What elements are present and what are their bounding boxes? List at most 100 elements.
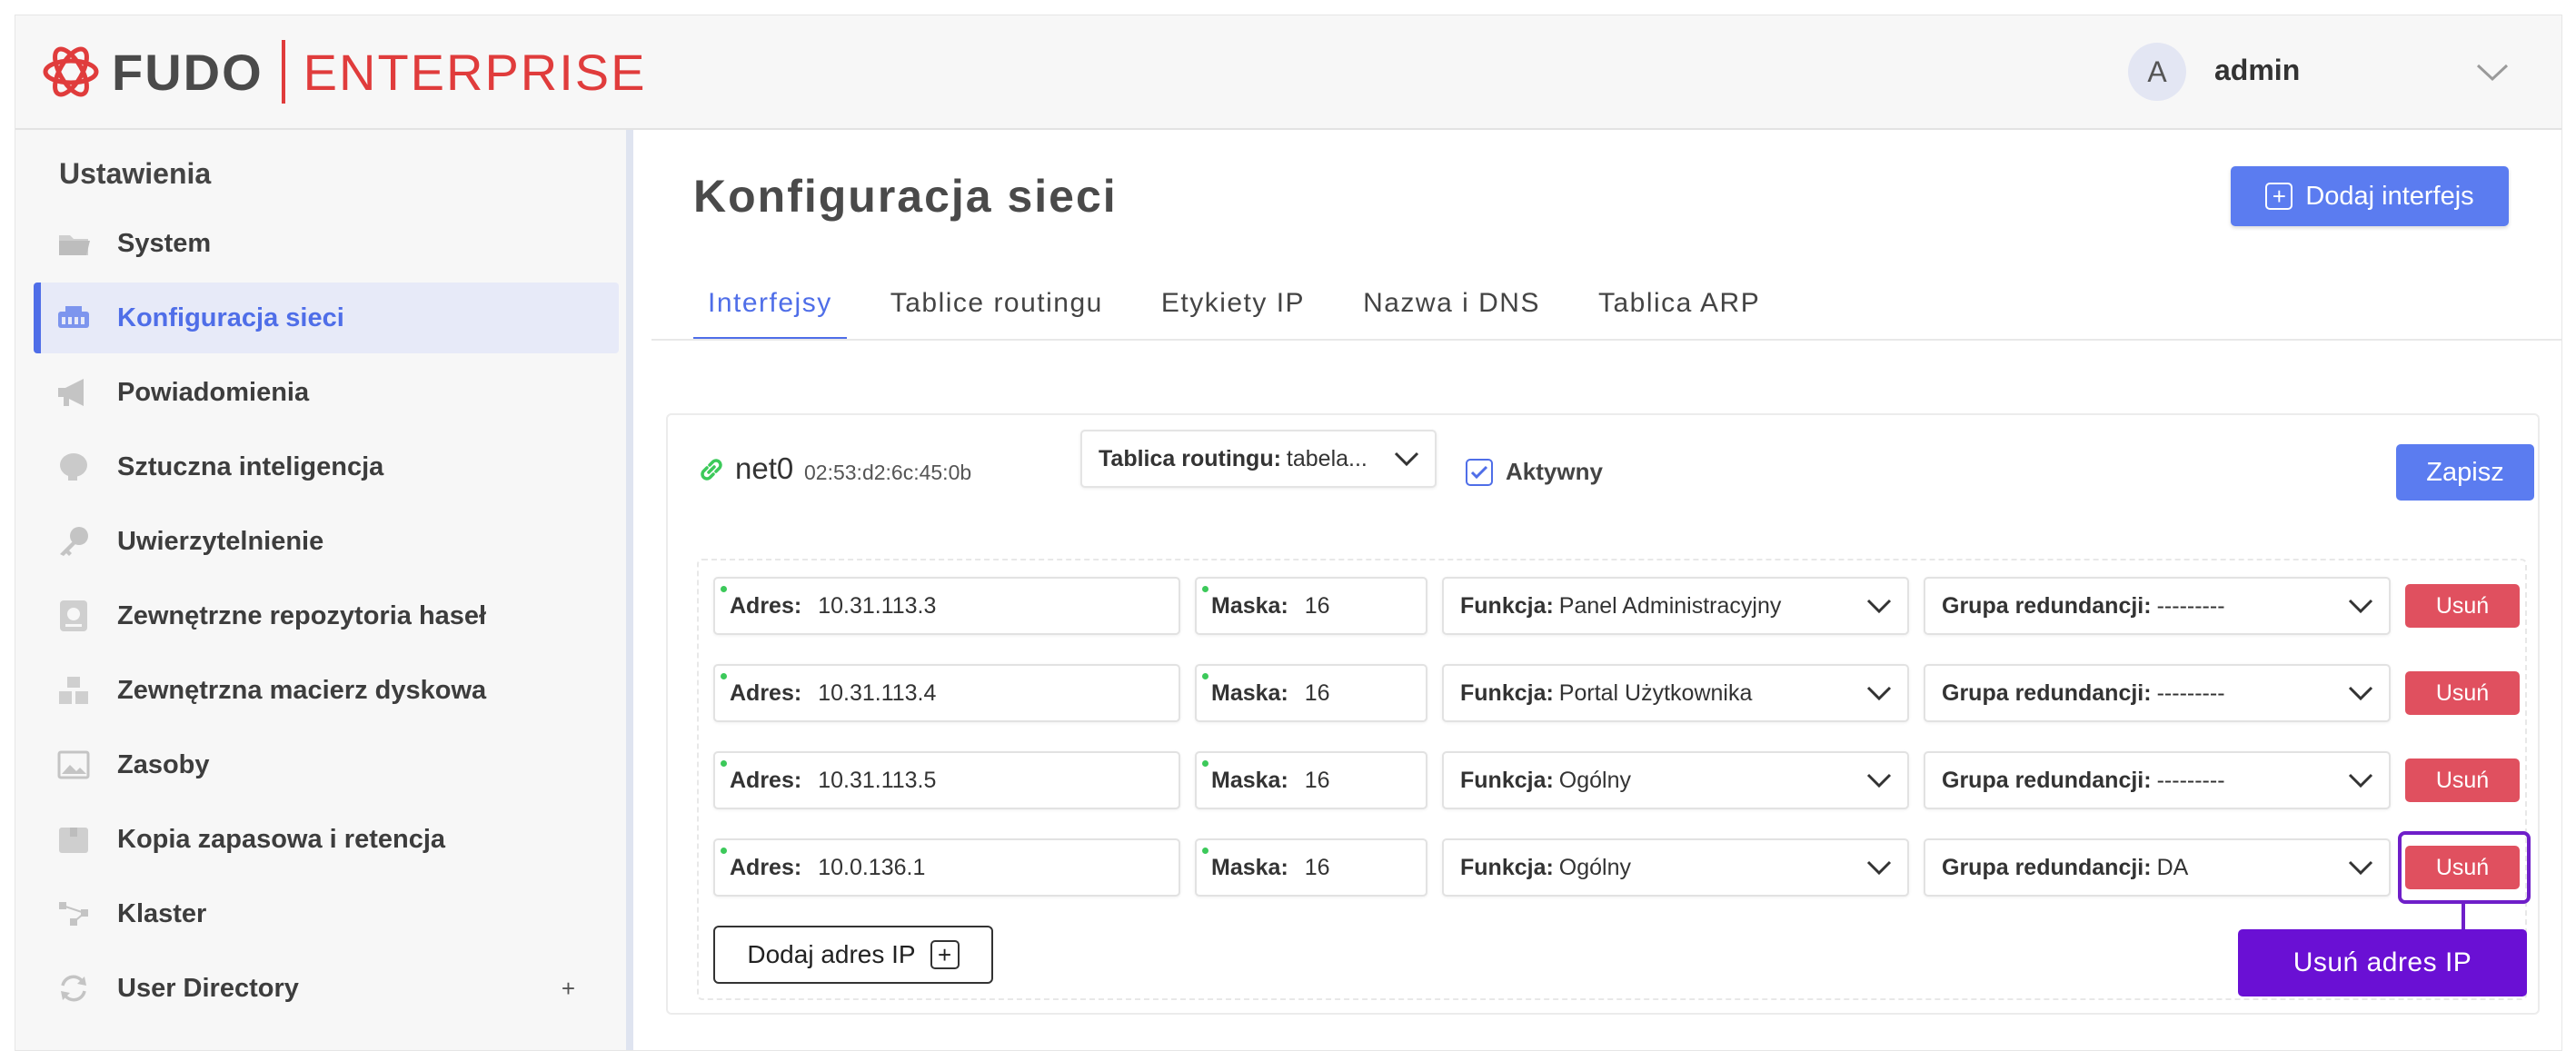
group-value: DA	[2156, 854, 2189, 880]
ip-row: Adres: 10.31.113.4 Maska: 16 Funkcja: Porta…	[713, 664, 2531, 722]
tab-ip-labels[interactable]: Etykiety IP	[1147, 268, 1319, 341]
image-icon	[55, 747, 92, 783]
sidebar-item-backup[interactable]: Kopia zapasowa i retencja	[34, 804, 619, 875]
sidebar-item-storage[interactable]: Zewnętrzna macierz dyskowa	[34, 655, 619, 726]
function-select[interactable]: Funkcja: Panel Administracyjny	[1442, 577, 1909, 635]
redundancy-group-select[interactable]: Grupa redundancji: ---------	[1924, 751, 2391, 809]
address-field[interactable]: Adres: 10.0.136.1	[713, 838, 1180, 897]
address-value: 10.31.113.5	[818, 767, 937, 793]
sidebar-item-label: Zasoby	[117, 749, 210, 779]
group-value: ---------	[2156, 679, 2225, 706]
delete-button[interactable]: Usuń	[2405, 671, 2520, 715]
save-button[interactable]: Zapisz	[2396, 444, 2534, 501]
group-label: Grupa redundancji:	[1942, 767, 2152, 793]
tab-arp-table[interactable]: Tablica ARP	[1584, 268, 1775, 341]
group-value: ---------	[2156, 767, 2225, 793]
mask-field[interactable]: Maska: 16	[1195, 751, 1427, 809]
active-label: Aktywny	[1506, 458, 1603, 485]
sidebar-item-label: Zewnętrzna macierz dyskowa	[117, 675, 487, 705]
group-label: Grupa redundancji:	[1942, 592, 2152, 619]
sidebar-item-system[interactable]: System	[34, 208, 619, 279]
ip-row: Adres: 10.31.113.5 Maska: 16 Funkcja: Ogóln…	[713, 751, 2531, 809]
address-value: 10.0.136.1	[818, 854, 926, 880]
group-value: ---------	[2156, 592, 2225, 619]
routing-table-select[interactable]: Tablica routingu: tabela...	[1080, 430, 1437, 488]
expand-plus-icon[interactable]: +	[562, 975, 575, 1003]
function-label: Funkcja:	[1460, 592, 1554, 619]
mask-value: 16	[1304, 767, 1330, 793]
function-select[interactable]: Funkcja: Ogólny	[1442, 838, 1909, 897]
delete-button[interactable]: Usuń	[2405, 759, 2520, 802]
sidebar-item-cluster[interactable]: Klaster	[34, 878, 619, 949]
mask-field[interactable]: Maska: 16	[1195, 664, 1427, 722]
function-value: Portal Użytkownika	[1558, 679, 1753, 706]
tab-name-dns[interactable]: Nazwa i DNS	[1348, 268, 1555, 341]
mask-value: 16	[1304, 854, 1330, 880]
sidebar-item-ai[interactable]: Sztuczna inteligencja	[34, 431, 619, 502]
sidebar-item-password-vaults[interactable]: Zewnętrzne repozytoria haseł	[34, 580, 619, 651]
sidebar-item-label: Konfiguracja sieci	[117, 302, 344, 332]
plus-icon: +	[2265, 183, 2293, 210]
tabs-divider	[651, 339, 2561, 341]
sidebar-item-resources[interactable]: Zasoby	[34, 729, 619, 800]
redundancy-group-select[interactable]: Grupa redundancji: DA	[1924, 838, 2391, 897]
sidebar-item-label: Zewnętrzne repozytoria haseł	[117, 600, 487, 630]
app-window: FUDO ENTERPRISE A admin Ustawienia Syste…	[15, 15, 2562, 1051]
function-value: Ogólny	[1558, 854, 1632, 880]
chevron-down-icon	[1866, 773, 1892, 788]
add-interface-label: Dodaj interfejs	[2305, 181, 2474, 211]
tab-bar: Interfejsy Tablice routingu Etykiety IP …	[693, 268, 1804, 341]
archive-icon	[55, 821, 92, 858]
sidebar-item-label: Powiadomienia	[117, 377, 310, 407]
add-ip-address-button[interactable]: Dodaj adres IP +	[713, 926, 993, 984]
tab-routing-tables[interactable]: Tablice routingu	[876, 268, 1118, 341]
sync-icon	[55, 970, 92, 1006]
address-value: 10.31.113.3	[818, 592, 937, 619]
sidebar-item-label: Uwierzytelnienie	[117, 526, 324, 556]
status-dot	[721, 586, 727, 592]
tab-interfaces[interactable]: Interfejsy	[693, 268, 847, 341]
status-dot	[1202, 760, 1208, 767]
redundancy-group-select[interactable]: Grupa redundancji: ---------	[1924, 577, 2391, 635]
callout-label: Usuń adres IP	[2238, 929, 2527, 996]
sidebar-item-label: Klaster	[117, 898, 207, 928]
mask-value: 16	[1304, 592, 1330, 619]
sidebar-item-notifications[interactable]: Powiadomienia	[34, 357, 619, 428]
redundancy-group-select[interactable]: Grupa redundancji: ---------	[1924, 664, 2391, 722]
brand-name: FUDO	[112, 43, 264, 101]
mask-label: Maska:	[1211, 767, 1288, 793]
chevron-down-icon	[1866, 599, 1892, 614]
callout-connector	[2462, 904, 2465, 931]
group-label: Grupa redundancji:	[1942, 854, 2152, 880]
active-checkbox[interactable]	[1466, 459, 1493, 486]
address-field[interactable]: Adres: 10.31.113.5	[713, 751, 1180, 809]
top-header: FUDO ENTERPRISE A admin	[15, 15, 2561, 130]
chevron-down-icon	[1866, 686, 1892, 701]
delete-button[interactable]: Usuń	[2405, 584, 2520, 628]
chevron-down-icon[interactable]	[2474, 61, 2511, 84]
status-dot	[721, 673, 727, 679]
fudo-logo[interactable]: FUDO ENTERPRISE	[41, 35, 647, 108]
address-label: Adres:	[730, 679, 802, 706]
function-select[interactable]: Funkcja: Ogólny	[1442, 751, 1909, 809]
function-select[interactable]: Funkcja: Portal Użytkownika	[1442, 664, 1909, 722]
sidebar-item-network[interactable]: Konfiguracja sieci	[34, 283, 619, 353]
mask-field[interactable]: Maska: 16	[1195, 838, 1427, 897]
routing-table-label: Tablica routingu:	[1099, 445, 1281, 471]
mask-field[interactable]: Maska: 16	[1195, 577, 1427, 635]
function-label: Funkcja:	[1460, 854, 1554, 880]
sidebar-item-label: User Directory	[117, 973, 299, 1003]
function-value: Panel Administracyjny	[1558, 592, 1782, 619]
chevron-down-icon	[1394, 451, 1419, 467]
avatar[interactable]: A	[2128, 43, 2186, 101]
address-field[interactable]: Adres: 10.31.113.3	[713, 577, 1180, 635]
username[interactable]: admin	[2214, 54, 2300, 87]
chevron-down-icon	[2348, 686, 2373, 701]
address-label: Adres:	[730, 592, 802, 619]
sidebar-item-auth[interactable]: Uwierzytelnienie	[34, 506, 619, 577]
status-dot	[1202, 848, 1208, 854]
address-field[interactable]: Adres: 10.31.113.4	[713, 664, 1180, 722]
add-interface-button[interactable]: + Dodaj interfejs	[2231, 166, 2509, 226]
ip-row: Adres: 10.31.113.3 Maska: 16 Funkcja: Panel…	[713, 577, 2531, 635]
sidebar-item-user-directory[interactable]: User Directory +	[34, 953, 619, 1024]
